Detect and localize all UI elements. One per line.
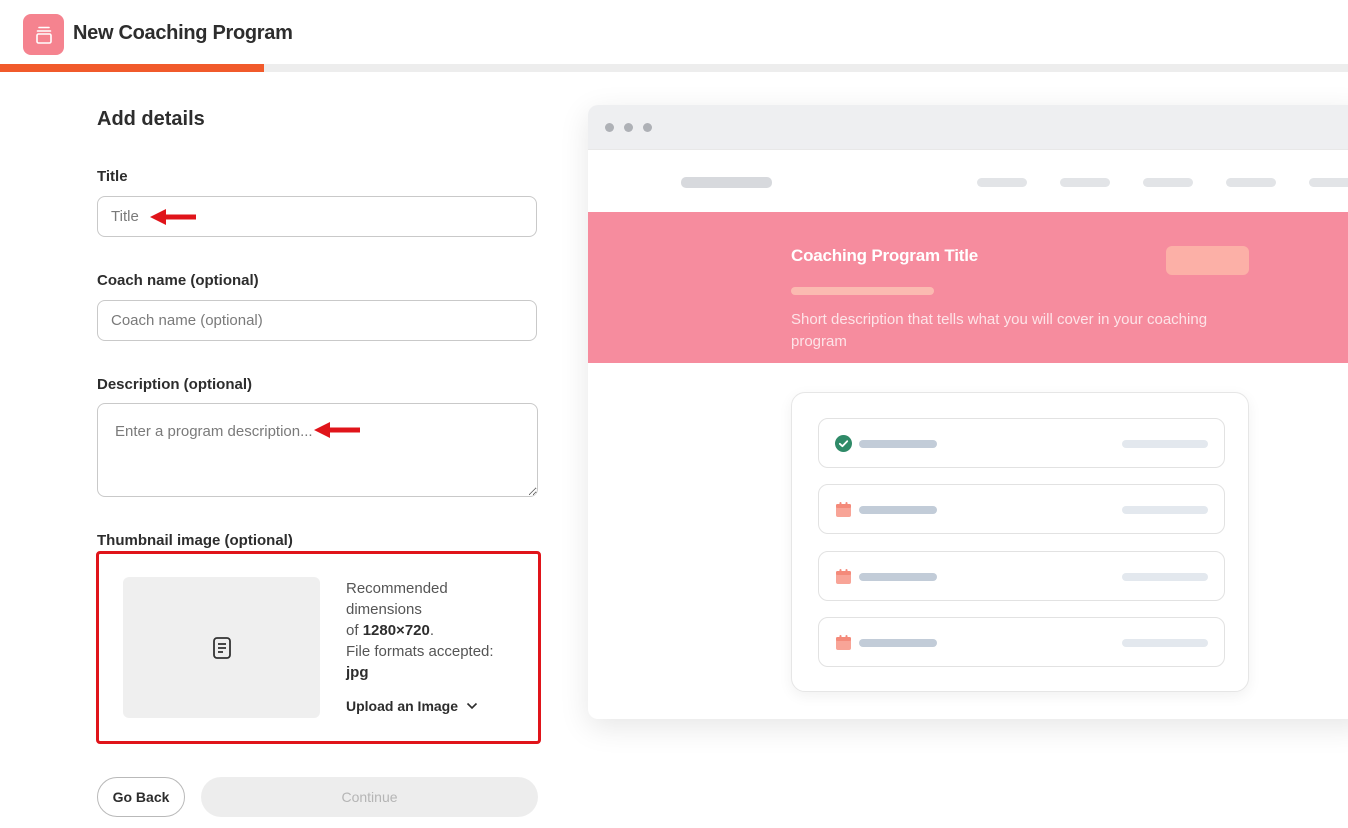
- calendar-icon: [836, 569, 851, 584]
- title-label: Title: [97, 168, 128, 185]
- coach-name-label: Coach name (optional): [97, 272, 259, 289]
- description-textarea[interactable]: [97, 403, 538, 497]
- page-title: New Coaching Program: [73, 22, 293, 44]
- preview-session-row: [818, 617, 1225, 667]
- app-header: New Coaching Program: [0, 0, 1348, 64]
- row-meta-placeholder: [1122, 573, 1208, 581]
- row-title-placeholder: [859, 639, 937, 647]
- progress-bar: [0, 64, 1348, 72]
- calendar-icon: [836, 502, 851, 517]
- preview-logo-placeholder: [681, 177, 772, 188]
- row-meta-placeholder: [1122, 440, 1208, 448]
- row-meta-placeholder: [1122, 639, 1208, 647]
- document-icon: [212, 636, 231, 659]
- info-line: Recommended: [346, 580, 448, 597]
- info-line: of 1280×720.: [346, 620, 521, 641]
- info-text: of: [346, 622, 363, 639]
- info-line: File formats accepted:: [346, 643, 494, 660]
- row-title-placeholder: [859, 573, 937, 581]
- window-dot: [624, 123, 633, 132]
- row-meta-placeholder: [1122, 506, 1208, 514]
- upload-image-label: Upload an Image: [346, 698, 459, 714]
- browser-bar: [588, 105, 1348, 149]
- preview-session-row: [818, 484, 1225, 534]
- calendar-icon: [836, 635, 851, 650]
- accepted-formats: jpg: [346, 664, 369, 681]
- preview-hero-subtitle-placeholder: [791, 287, 934, 295]
- preview-nav-link: [977, 178, 1027, 187]
- thumbnail-upload-area: Recommended dimensions of 1280×720. File…: [96, 551, 541, 744]
- chevron-down-icon: [466, 702, 478, 710]
- preview-nav: [588, 149, 1348, 213]
- preview-hero-button: [1166, 246, 1249, 275]
- window-dot: [605, 123, 614, 132]
- upload-requirements: Recommended dimensions of 1280×720. File…: [346, 578, 521, 683]
- info-line: dimensions: [346, 601, 422, 618]
- go-back-button[interactable]: Go Back: [97, 777, 185, 817]
- row-title-placeholder: [859, 506, 937, 514]
- row-title-placeholder: [859, 440, 937, 448]
- thumbnail-label: Thumbnail image (optional): [97, 532, 293, 549]
- info-text: .: [429, 622, 435, 639]
- preview-nav-link: [1309, 178, 1348, 187]
- preview-nav-link: [1226, 178, 1276, 187]
- upload-image-dropdown[interactable]: Upload an Image: [346, 698, 478, 714]
- stacked-layers-icon: [35, 26, 52, 44]
- continue-button[interactable]: Continue: [201, 777, 538, 817]
- preview-session-list: [791, 392, 1249, 692]
- window-dot: [643, 123, 652, 132]
- annotation-arrow-title: [150, 209, 196, 225]
- preview-session-row: [818, 418, 1225, 468]
- preview-session-row: [818, 551, 1225, 601]
- progress-bar-fill: [0, 64, 265, 72]
- preview-hero-title: Coaching Program Title: [791, 246, 979, 265]
- preview-nav-link: [1143, 178, 1193, 187]
- check-circle-icon: [835, 435, 852, 452]
- preview-nav-link: [1060, 178, 1110, 187]
- preview-hero-description: Short description that tells what you wi…: [791, 311, 1208, 350]
- program-preview: Coaching Program Title Short description…: [588, 105, 1348, 719]
- app-logo: [23, 14, 64, 55]
- description-label: Description (optional): [97, 376, 252, 393]
- coach-name-input[interactable]: [97, 300, 537, 341]
- section-title: Add details: [97, 108, 205, 130]
- thumbnail-placeholder[interactable]: [123, 577, 320, 718]
- preview-hero: Coaching Program Title Short description…: [588, 212, 1348, 363]
- annotation-arrow-description: [314, 422, 360, 438]
- recommended-dimensions: 1280×720: [362, 622, 430, 639]
